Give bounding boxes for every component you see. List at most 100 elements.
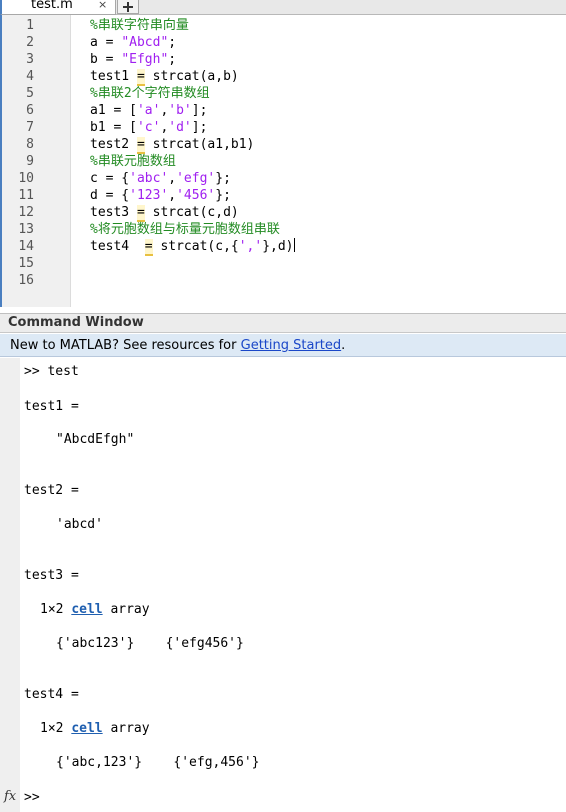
comment: %串联字符串向量 — [90, 18, 189, 33]
code-text: b = — [90, 52, 122, 67]
string-literal: "Abcd" — [121, 35, 169, 50]
fx-icon[interactable]: fx — [4, 789, 16, 804]
string-literal: "Efgh" — [121, 52, 169, 67]
code-line[interactable]: %串联元胞数组 — [90, 153, 176, 170]
code-text: test4 — [90, 239, 145, 254]
code-line[interactable]: %串联2个字符串数组 — [90, 85, 210, 102]
code-line[interactable]: c = {'abc','efg'}; — [90, 170, 231, 187]
code-text: ; — [168, 52, 177, 67]
output-text: array — [102, 721, 150, 736]
line-number: 12 — [18, 205, 34, 220]
line-number: 8 — [26, 137, 34, 152]
string-literal: '456' — [176, 188, 216, 203]
code-text: test2 — [90, 137, 137, 152]
output-text: 1×2 — [40, 602, 72, 617]
line-number: 10 — [18, 171, 34, 186]
code-line[interactable]: a = "Abcd"; — [90, 34, 176, 51]
editor-tab-bar: test.m × — [0, 0, 566, 15]
string-literal: 'c' — [136, 120, 161, 135]
warning-marker[interactable]: = — [136, 69, 145, 86]
banner-text: New to MATLAB? See resources for — [10, 338, 241, 353]
line-number: 13 — [18, 222, 34, 237]
code-line[interactable]: test2 = strcat(a1,b1) — [90, 136, 255, 154]
code-text: ]; — [191, 103, 208, 118]
code-line[interactable]: %串联字符串向量 — [90, 17, 189, 34]
code-text: a1 = [ — [90, 103, 137, 118]
code-line[interactable]: a1 = ['a','b']; — [90, 102, 207, 119]
warning-marker[interactable]: = — [144, 239, 153, 256]
cell-doc-link[interactable]: cell — [71, 721, 102, 736]
getting-started-link[interactable]: Getting Started — [241, 338, 342, 353]
code-text: , — [168, 188, 177, 203]
command-window-console[interactable]: >> test test1 = "AbcdEfgh" test2 = 'abcd… — [0, 358, 566, 812]
line-number: 2 — [26, 35, 34, 50]
output-value: 'abcd' — [56, 517, 103, 532]
code-text: }; — [215, 171, 231, 186]
string-literal: '123' — [129, 188, 169, 203]
text-cursor — [293, 238, 295, 252]
command-prompt[interactable]: >> — [24, 789, 40, 806]
line-number: 3 — [26, 52, 34, 67]
code-text: strcat(a1,b1) — [144, 137, 255, 152]
line-number: 7 — [26, 120, 34, 135]
code-text: }; — [215, 188, 231, 203]
cell-doc-link[interactable]: cell — [71, 602, 102, 617]
string-literal: 'efg' — [176, 171, 216, 186]
close-icon[interactable]: × — [98, 0, 107, 11]
output-var-name: test2 = — [24, 483, 79, 498]
output-var-name: test1 = — [24, 399, 79, 414]
code-line[interactable]: test1 = strcat(a,b) — [90, 68, 239, 86]
tab-label: test.m — [31, 0, 73, 12]
code-text: ]; — [191, 120, 208, 135]
output-value: "AbcdEfgh" — [56, 432, 135, 447]
string-literal: 'b' — [168, 103, 192, 118]
output-text: array — [102, 602, 150, 617]
output-value: {'abc,123'} {'efg,456'} — [56, 755, 260, 770]
add-tab-icon[interactable] — [117, 0, 139, 14]
line-number: 15 — [18, 256, 34, 271]
code-text: strcat(a,b) — [144, 69, 239, 84]
code-text: strcat(c,{ — [152, 239, 239, 254]
output-value: {'abc123'} {'efg456'} — [56, 636, 244, 651]
line-number: 11 — [18, 188, 34, 203]
code-text: , — [168, 171, 177, 186]
output-var-name: test4 = — [24, 687, 79, 702]
code-line[interactable]: test4 = strcat(c,{','},d) — [90, 238, 295, 256]
output-size-line: 1×2 cell array — [40, 601, 150, 618]
line-number: 4 — [26, 69, 34, 84]
code-text: strcat(c,d) — [144, 205, 239, 220]
code-line[interactable]: b = "Efgh"; — [90, 51, 176, 68]
panel-title: Command Window — [8, 315, 144, 330]
code-line[interactable]: b1 = ['c','d']; — [90, 119, 207, 136]
code-editor[interactable]: 1 2 3 4 5 6 7 8 9 10 11 12 13 14 15 16 %… — [0, 15, 566, 307]
code-text: test3 — [90, 205, 137, 220]
command-window-title: Command Window — [0, 313, 566, 333]
comment: %串联2个字符串数组 — [90, 86, 210, 101]
string-literal: 'abc' — [129, 171, 169, 186]
string-literal: 'd' — [168, 120, 192, 135]
code-text: ; — [168, 35, 177, 50]
code-line[interactable]: test3 = strcat(c,d) — [90, 204, 239, 222]
line-number: 1 — [26, 18, 34, 33]
banner-text: . — [341, 338, 346, 353]
command-echo: >> test — [24, 364, 79, 379]
string-literal: ',' — [238, 239, 263, 254]
code-text: a = — [90, 35, 122, 50]
output-text: 1×2 — [40, 721, 72, 736]
line-number: 5 — [26, 86, 34, 101]
console-margin — [0, 358, 20, 812]
line-number-gutter: 1 2 3 4 5 6 7 8 9 10 11 12 13 14 15 16 — [2, 15, 71, 307]
code-line[interactable]: d = {'123','456'}; — [90, 187, 231, 204]
comment: %串联元胞数组 — [90, 154, 176, 169]
warning-marker[interactable]: = — [136, 137, 145, 154]
code-text: c = { — [90, 171, 130, 186]
getting-started-banner: New to MATLAB? See resources for Getting… — [0, 334, 566, 357]
tab-test-m[interactable]: test.m × — [0, 0, 116, 15]
line-number: 16 — [18, 273, 34, 288]
code-line[interactable]: %将元胞数组与标量元胞数组串联 — [90, 221, 280, 238]
output-size-line: 1×2 cell array — [40, 720, 150, 737]
string-literal: 'a' — [136, 103, 161, 118]
code-text: d = { — [90, 188, 130, 203]
warning-marker[interactable]: = — [136, 205, 145, 222]
code-text: },d) — [262, 239, 294, 254]
